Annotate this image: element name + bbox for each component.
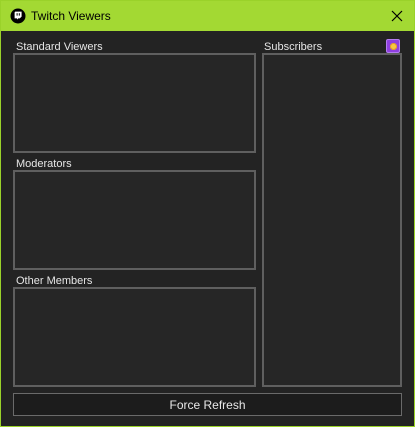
standard-viewers-label: Standard Viewers <box>16 41 103 53</box>
subscribers-list[interactable] <box>262 53 402 387</box>
close-button[interactable] <box>380 1 414 31</box>
moderators-list[interactable] <box>13 170 256 270</box>
close-icon <box>391 10 403 22</box>
force-refresh-label: Force Refresh <box>169 397 246 412</box>
subscribers-label: Subscribers <box>264 41 323 53</box>
twitch-icon <box>10 8 26 24</box>
title-bar[interactable]: Twitch Viewers <box>1 1 414 31</box>
window-title: Twitch Viewers <box>31 9 111 23</box>
force-refresh-button[interactable]: Force Refresh <box>13 393 402 416</box>
client-area: Standard Viewers Moderators Other Member… <box>1 31 414 426</box>
standard-viewers-list[interactable] <box>13 53 256 153</box>
other-members-label: Other Members <box>16 275 93 287</box>
twitch-viewers-window: Twitch Viewers Standard Viewers Moderato… <box>0 0 415 427</box>
other-members-list[interactable] <box>13 287 256 387</box>
subscriber-badge-icon <box>386 39 400 53</box>
moderators-label: Moderators <box>16 158 72 170</box>
